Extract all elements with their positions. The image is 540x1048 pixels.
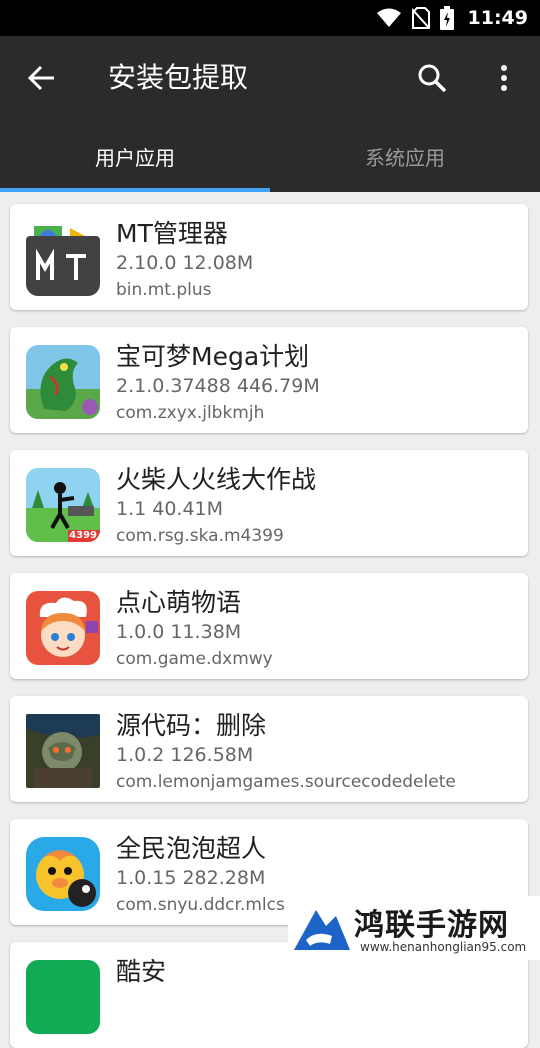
- app-name: 酷安: [116, 957, 167, 986]
- list-item[interactable]: 点心萌物语 1.0.0 11.38M com.game.dxmwy: [10, 573, 528, 679]
- app-package: com.rsg.ska.m4399: [116, 526, 284, 546]
- watermark-logo-icon: [294, 910, 350, 950]
- app-version-size: 1.0.15 282.28M: [116, 867, 266, 889]
- app-package: com.lemonjamgames.sourcecodedelete: [116, 772, 456, 792]
- app-package: com.snyu.ddcr.mlcs: [116, 895, 285, 915]
- clock: 11:49: [467, 7, 528, 29]
- app-version-size: 1.0.0 11.38M: [116, 621, 242, 643]
- watermark-text: 鸿联手游网: [354, 908, 509, 943]
- pokemon-mega-icon: [26, 345, 100, 419]
- app-version-size: 1.1 40.41M: [116, 498, 224, 520]
- app-name: 火柴人火线大作战: [116, 465, 317, 494]
- watermark-url: www.henanhonglian95.com: [360, 940, 527, 954]
- tab-bar: 用户应用 系统应用: [0, 120, 540, 192]
- tab-user-apps[interactable]: 用户应用: [0, 120, 270, 192]
- site-watermark: 鸿联手游网 www.henanhonglian95.com: [288, 896, 540, 960]
- mt-manager-icon: [26, 222, 100, 296]
- dimsum-story-icon: [26, 591, 100, 665]
- app-package: com.zxyx.jlbkmjh: [116, 403, 265, 423]
- back-arrow-icon[interactable]: [22, 58, 62, 98]
- source-code-delete-icon: [26, 714, 100, 788]
- more-options-icon[interactable]: [490, 60, 518, 96]
- app-name: MT管理器: [116, 219, 228, 248]
- page-title: 安装包提取: [108, 61, 249, 94]
- app-bar: 安装包提取: [0, 36, 540, 120]
- app-version-size: 1.0.2 126.58M: [116, 744, 254, 766]
- status-bar: 11:49: [0, 0, 540, 36]
- app-name: 点心萌物语: [116, 588, 242, 617]
- coolapk-icon: [26, 960, 100, 1034]
- wifi-icon: [376, 8, 401, 27]
- stickman-firewire-icon: 4399: [26, 468, 100, 542]
- list-item[interactable]: MT管理器 2.10.0 12.08M bin.mt.plus: [10, 204, 528, 310]
- app-name: 源代码：删除: [116, 711, 267, 740]
- list-item[interactable]: 宝可梦Mega计划 2.1.0.37488 446.79M com.zxyx.j…: [10, 327, 528, 433]
- tab-system-apps[interactable]: 系统应用: [270, 120, 540, 192]
- search-icon[interactable]: [414, 60, 450, 96]
- bubble-hero-icon: [26, 837, 100, 911]
- app-version-size: 2.1.0.37488 446.79M: [116, 375, 320, 397]
- battery-charging-icon: [439, 6, 454, 30]
- list-item[interactable]: 4399 火柴人火线大作战 1.1 40.41M com.rsg.ska.m43…: [10, 450, 528, 556]
- app-package: bin.mt.plus: [116, 280, 212, 300]
- app-package: com.game.dxmwy: [116, 649, 273, 669]
- status-icons: 11:49: [376, 0, 528, 36]
- app-name: 全民泡泡超人: [116, 834, 267, 863]
- app-version-size: 2.10.0 12.08M: [116, 252, 254, 274]
- list-item[interactable]: 源代码：删除 1.0.2 126.58M com.lemonjamgames.s…: [10, 696, 528, 802]
- no-sim-icon: [411, 7, 430, 29]
- badge-4399: 4399: [69, 530, 97, 541]
- tab-indicator: [0, 188, 270, 192]
- app-name: 宝可梦Mega计划: [116, 342, 310, 371]
